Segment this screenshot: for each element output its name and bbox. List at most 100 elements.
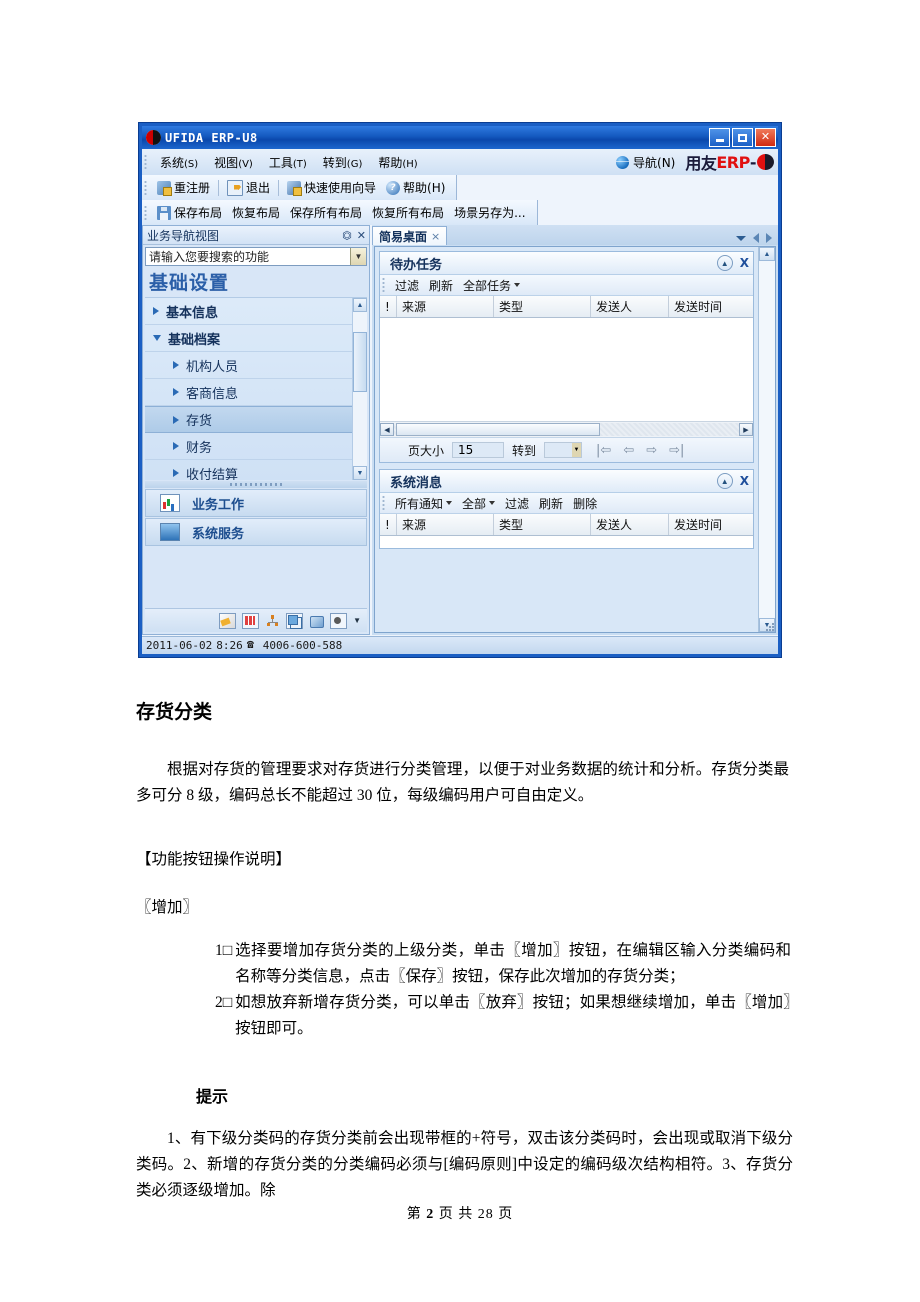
save-scene-as-button[interactable]: 场景另存为...: [449, 203, 530, 222]
all-tasks-dropdown[interactable]: 全部任务: [458, 277, 525, 294]
camera-icon[interactable]: [330, 612, 348, 629]
wizard-icon: [287, 180, 303, 196]
delete-button[interactable]: 删除: [568, 495, 602, 512]
grid-icon[interactable]: [242, 612, 260, 629]
menu-item-system[interactable]: 系统(S): [152, 152, 206, 173]
note-icon[interactable]: [219, 612, 237, 629]
prev-page-button[interactable]: ⇦: [623, 443, 634, 458]
save-all-layouts-button[interactable]: 保存所有布局: [285, 203, 367, 222]
more-icon[interactable]: ▼: [353, 616, 361, 625]
restore-layout-button[interactable]: 恢复布局: [227, 203, 285, 222]
column-header-send-time[interactable]: 发送时间: [669, 296, 753, 317]
scroll-down-icon[interactable]: ▼: [353, 466, 367, 480]
all-dropdown[interactable]: 全部: [457, 495, 500, 512]
sidebar-item-basic-archive[interactable]: 基础档案: [145, 325, 352, 352]
pin-icon[interactable]: ⏣: [342, 229, 352, 242]
tab-strip: 简易桌面 ×: [372, 225, 778, 245]
refresh-button[interactable]: 刷新: [424, 277, 458, 294]
scroll-left-icon[interactable]: ◀: [380, 423, 394, 436]
last-page-button[interactable]: ⇨|: [669, 443, 684, 458]
first-page-button[interactable]: |⇦: [596, 443, 611, 458]
mail-icon[interactable]: [309, 614, 325, 628]
re-register-button[interactable]: 重注册: [152, 178, 215, 197]
dock-button-system-service[interactable]: 系统服务: [145, 518, 367, 546]
goto-page-combo[interactable]: ▼: [544, 442, 583, 458]
message-grid-body[interactable]: [380, 536, 753, 548]
scroll-right-icon[interactable]: ▶: [739, 423, 753, 436]
scrollbar-track[interactable]: [353, 312, 367, 466]
tab-simple-desktop[interactable]: 简易桌面 ×: [372, 226, 448, 245]
toolbar2-grip-icon[interactable]: [144, 204, 149, 221]
scrollbar-thumb[interactable]: [353, 332, 367, 392]
panel-close-button[interactable]: X: [740, 256, 749, 270]
save-layout-button[interactable]: 保存布局: [152, 203, 227, 222]
next-page-button[interactable]: ⇨: [646, 443, 657, 458]
collapse-icon[interactable]: ▲: [716, 473, 733, 489]
quick-wizard-button[interactable]: 快速使用向导: [282, 178, 381, 197]
column-header-source[interactable]: 来源: [397, 296, 494, 317]
hscroll-track[interactable]: [394, 423, 739, 436]
column-header-sender[interactable]: 发送人: [591, 296, 669, 317]
task-grid-hscrollbar[interactable]: ◀ ▶: [380, 421, 753, 437]
column-header-priority[interactable]: !: [380, 296, 397, 317]
search-input[interactable]: 请输入您要搜索的功能 ▼: [145, 247, 367, 266]
sidebar-item-finance[interactable]: 财务: [145, 433, 352, 460]
exit-button[interactable]: 退出: [222, 178, 275, 197]
menu-grip-icon[interactable]: [144, 154, 149, 170]
collapse-icon[interactable]: ▲: [716, 255, 733, 271]
dock-close-icon[interactable]: ✕: [357, 229, 366, 242]
search-dropdown-icon[interactable]: ▼: [350, 248, 366, 265]
minimize-button[interactable]: [709, 128, 730, 147]
close-button[interactable]: ✕: [755, 128, 776, 147]
sidebar-item-org-personnel[interactable]: 机构人员: [145, 352, 352, 379]
help-button[interactable]: ? 帮助(H): [381, 178, 450, 197]
tab-dropdown-icon[interactable]: [736, 235, 746, 241]
menu-item-help[interactable]: 帮助(H): [370, 152, 425, 173]
status-date: 2011-06-02: [146, 639, 213, 652]
column-header-sender[interactable]: 发送人: [591, 514, 669, 535]
restore-all-layouts-button[interactable]: 恢复所有布局: [367, 203, 449, 222]
menu-item-view[interactable]: 视图(V): [206, 152, 261, 173]
maximize-button[interactable]: [732, 128, 753, 147]
filter-button[interactable]: 过滤: [390, 277, 424, 294]
navigation-tree: 基本信息 基础档案 机构人员 客商信息 存货 财务 收付结算 ▲ ▼: [145, 297, 367, 480]
refresh-button[interactable]: 刷新: [534, 495, 568, 512]
tab-next-icon[interactable]: [766, 233, 772, 243]
scrollbar-track[interactable]: [759, 261, 775, 618]
panel-toolbar-grip-icon[interactable]: [382, 495, 387, 511]
tab-close-icon[interactable]: ×: [431, 230, 440, 243]
column-header-send-time[interactable]: 发送时间: [669, 514, 753, 535]
task-grid-body[interactable]: [380, 318, 753, 421]
column-header-source[interactable]: 来源: [397, 514, 494, 535]
workarea-scrollbar[interactable]: ▲ ▼: [758, 247, 775, 632]
sidebar-item-settlement[interactable]: 收付结算: [145, 460, 352, 480]
filter-button[interactable]: 过滤: [500, 495, 534, 512]
sidebar-item-basic-info[interactable]: 基本信息: [145, 298, 352, 325]
page-size-input[interactable]: 15: [452, 442, 505, 458]
menu-item-goto[interactable]: 转到(G): [315, 152, 371, 173]
sidebar-item-inventory[interactable]: 存货: [145, 406, 352, 433]
menu-item-tools[interactable]: 工具(T): [261, 152, 315, 173]
navigation-dock: 业务导航视图 ⏣ ✕ 请输入您要搜索的功能 ▼ 基础设置 基本信息 基础档案 机…: [142, 225, 370, 635]
page-size-label: 页大小: [408, 443, 445, 458]
tab-prev-icon[interactable]: [753, 233, 759, 243]
panel-system-messages: 系统消息 ▲ X 所有通知 全部 过滤 刷新 删除 ! 来源 类型 发送人 发送…: [379, 469, 754, 549]
column-header-type[interactable]: 类型: [494, 296, 591, 317]
nav-button[interactable]: 导航(N): [633, 154, 675, 171]
scroll-up-icon[interactable]: ▲: [353, 298, 367, 312]
hscroll-thumb[interactable]: [396, 423, 600, 436]
sidebar-item-customer-info[interactable]: 客商信息: [145, 379, 352, 406]
dock-button-business-work[interactable]: 业务工作: [145, 489, 367, 517]
dock-splitter[interactable]: [145, 481, 367, 488]
scroll-up-icon[interactable]: ▲: [759, 247, 775, 261]
org-tree-icon[interactable]: [265, 614, 280, 628]
window-icon[interactable]: [286, 612, 304, 629]
tree-scrollbar[interactable]: ▲ ▼: [352, 298, 367, 480]
panel-toolbar-grip-icon[interactable]: [382, 277, 387, 293]
panel-close-button[interactable]: X: [740, 474, 749, 488]
column-header-type[interactable]: 类型: [494, 514, 591, 535]
toolbar1-grip-icon[interactable]: [144, 179, 149, 196]
column-header-priority[interactable]: !: [380, 514, 397, 535]
all-notices-dropdown[interactable]: 所有通知: [390, 495, 457, 512]
resize-grip-icon[interactable]: [765, 622, 776, 633]
